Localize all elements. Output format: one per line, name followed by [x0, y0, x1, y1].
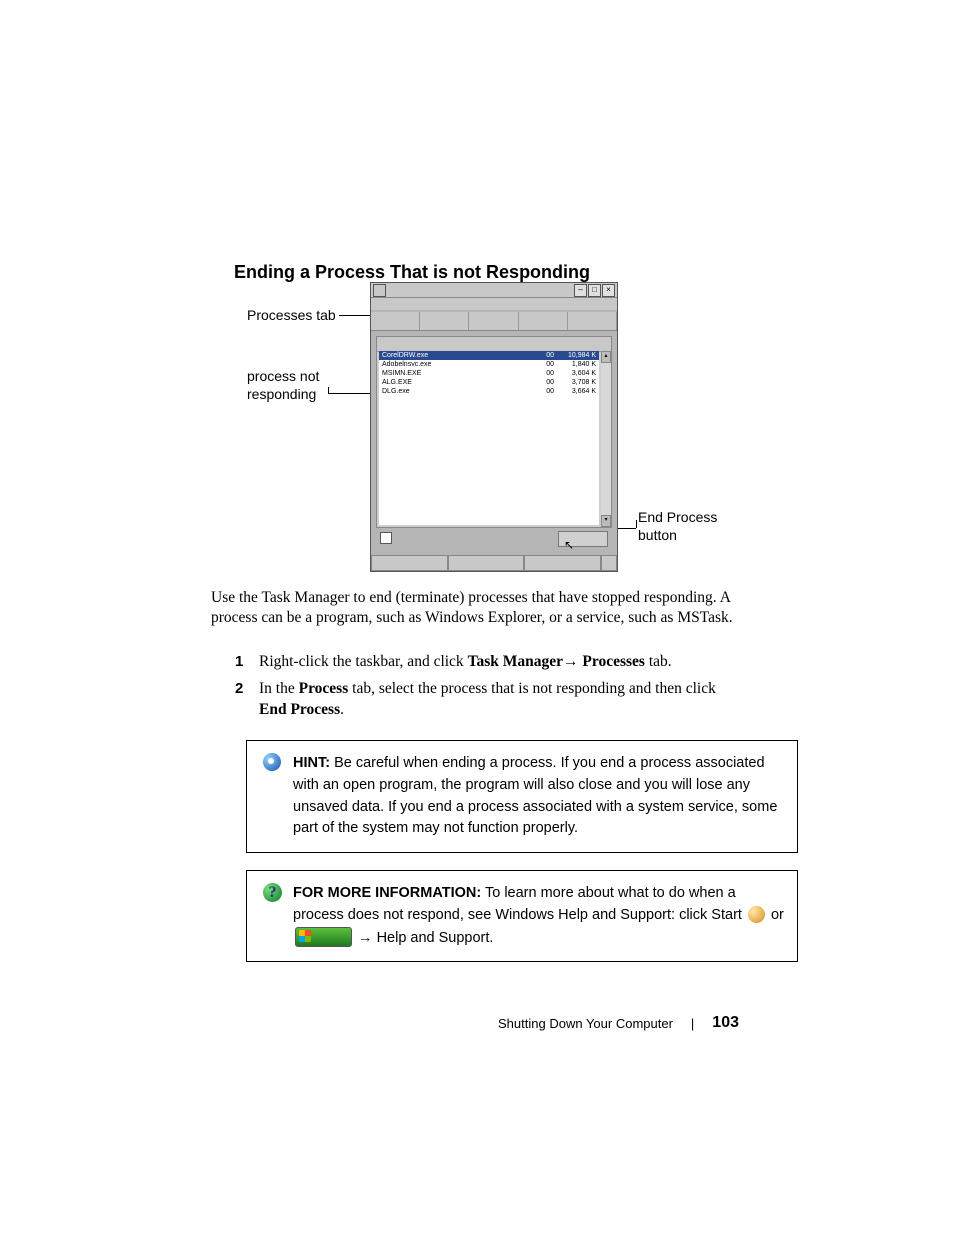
text: or: [767, 907, 784, 923]
callout-processes-tab: Processes tab: [247, 306, 336, 324]
start-orb-icon: [748, 906, 765, 923]
text: .: [340, 701, 344, 718]
process-row[interactable]: ALG.EXE003,708 K: [379, 378, 599, 387]
app-icon: [373, 284, 386, 297]
body-paragraph: Use the Task Manager to end (terminate) …: [211, 588, 739, 628]
minimize-icon[interactable]: –: [574, 284, 587, 297]
show-all-users-checkbox[interactable]: [380, 532, 392, 544]
menu-bar: [371, 298, 617, 310]
text: Right-click the taskbar, and click: [259, 653, 468, 670]
text: process not: [247, 368, 319, 384]
text: responding: [247, 386, 316, 402]
page-footer: Shutting Down Your Computer | 103: [498, 1014, 739, 1032]
hint-icon: [263, 753, 283, 773]
tab-processes[interactable]: [420, 312, 469, 330]
info-icon: ?: [263, 883, 283, 903]
task-manager-window: – □ × CorelDRW.exe0010,984 KAdobelnsvc.e…: [370, 282, 618, 572]
tab-strip: [371, 312, 617, 331]
footer-section: Shutting Down Your Computer: [498, 1016, 673, 1031]
text-bold: Processes: [582, 653, 645, 670]
step-number: 1: [235, 652, 259, 673]
hint-label: HINT:: [293, 755, 330, 771]
section-heading: Ending a Process That is not Responding: [234, 262, 590, 283]
arrow-icon: →: [563, 653, 582, 670]
process-row[interactable]: DLG.exe003,664 K: [379, 387, 599, 396]
scroll-down-icon[interactable]: ▾: [601, 515, 611, 527]
process-row[interactable]: CorelDRW.exe0010,984 K: [379, 351, 599, 360]
close-icon[interactable]: ×: [602, 284, 615, 297]
callout-line: [636, 520, 637, 528]
text: button: [638, 527, 677, 543]
page-number: 103: [712, 1014, 739, 1032]
status-bar: [371, 555, 617, 571]
tab[interactable]: [519, 312, 568, 330]
process-panel: CorelDRW.exe0010,984 KAdobelnsvc.exe001,…: [376, 336, 612, 528]
text-bold: End Process: [259, 701, 340, 718]
scrollbar[interactable]: ▴ ▾: [601, 351, 611, 527]
process-list[interactable]: CorelDRW.exe0010,984 KAdobelnsvc.exe001,…: [379, 351, 599, 525]
text-bold: Task Manager: [468, 653, 563, 670]
text: tab.: [645, 653, 672, 670]
step-1: 1 Right-click the taskbar, and click Tas…: [235, 652, 739, 673]
hint-box: HINT: Be careful when ending a process. …: [246, 740, 798, 853]
window-controls: – □ ×: [574, 284, 615, 297]
more-info-box: ? FOR MORE INFORMATION: To learn more ab…: [246, 870, 798, 962]
text-bold: Process: [299, 680, 349, 697]
page: Ending a Process That is not Responding …: [0, 0, 954, 1235]
end-process-button[interactable]: [558, 531, 608, 547]
step-list: 1 Right-click the taskbar, and click Tas…: [235, 652, 739, 727]
callout-end-process-button: End Process button: [638, 508, 717, 544]
text: In the: [259, 680, 299, 697]
column-headers: [377, 337, 611, 352]
process-row[interactable]: Adobelnsvc.exe001,840 K: [379, 360, 599, 369]
callout-process-not-responding: process not responding: [247, 367, 319, 403]
step-number: 2: [235, 679, 259, 721]
start-button-icon: [295, 927, 352, 947]
separator: |: [691, 1016, 694, 1031]
title-bar: – □ ×: [371, 283, 617, 298]
process-row[interactable]: MSIMN.EXE003,604 K: [379, 369, 599, 378]
tab[interactable]: [371, 312, 420, 330]
info-label: FOR MORE INFORMATION:: [293, 885, 481, 901]
text: End Process: [638, 509, 717, 525]
callout-line: [328, 387, 329, 393]
step-2: 2 In the Process tab, select the process…: [235, 679, 739, 721]
text: tab, select the process that is not resp…: [348, 680, 716, 697]
bottom-bar: [376, 527, 612, 549]
tab[interactable]: [469, 312, 518, 330]
maximize-icon[interactable]: □: [588, 284, 601, 297]
hint-text: Be careful when ending a process. If you…: [293, 755, 777, 836]
arrow-icon: →: [354, 930, 377, 946]
text: Help and Support.: [377, 930, 494, 946]
scroll-up-icon[interactable]: ▴: [601, 351, 611, 363]
tab[interactable]: [568, 312, 617, 330]
